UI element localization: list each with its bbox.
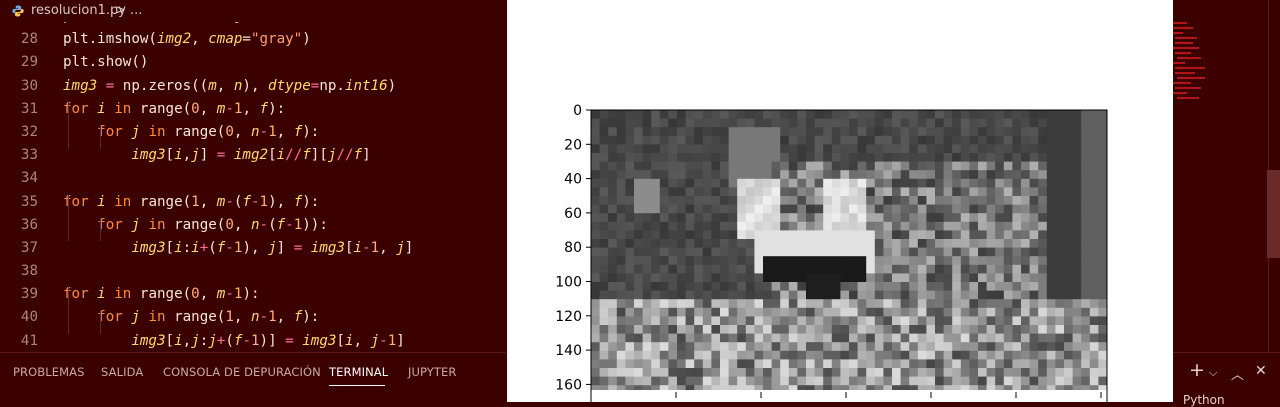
minimap-preview: [1173, 22, 1205, 99]
code-text[interactable]: img3[i,j:j+(f-1)] = img3[i, j-1]: [63, 330, 404, 352]
code-text[interactable]: img3[i:i+(f-1), j] = img3[i-1, j]: [63, 237, 413, 260]
code-line[interactable]: 28 plt.imshow(img2, cmap="gray"): [0, 28, 506, 51]
breadcrumb-file[interactable]: resolucion1.py: [31, 0, 126, 22]
tab-jupyter[interactable]: JUPYTER: [408, 365, 457, 379]
editor-minimap[interactable]: + ⌵ ︿ ✕ Python: [1173, 0, 1280, 407]
line-number: 39: [20, 286, 38, 303]
python-file-icon: [12, 5, 24, 17]
tab-salida[interactable]: SALIDA: [101, 365, 143, 379]
line-number: 30: [20, 77, 38, 94]
line-number: 29: [20, 54, 38, 71]
active-tab-indicator: [329, 385, 385, 386]
tab-problemas[interactable]: PROBLEMAS: [13, 365, 85, 379]
matplotlib-figure: 0 20 40 60 80 100 120 140 160: [507, 0, 1173, 402]
line-number: 38: [20, 263, 38, 280]
code-line[interactable]: 38: [0, 260, 506, 283]
code-line[interactable]: 33 img3[i,j] = img2[i//f][j//f]: [0, 144, 506, 167]
y-tick-label: 20: [564, 137, 582, 153]
line-number: 35: [20, 193, 38, 210]
code-text[interactable]: img3[i,j] = img2[i//f][j//f]: [63, 144, 370, 167]
code-line[interactable]: 29 plt.show(): [0, 51, 506, 74]
y-tick-label: 160: [555, 377, 582, 393]
code-line[interactable]: 32 for j in range(0, n-1, f):: [0, 121, 506, 144]
indent-guide: [68, 194, 69, 241]
code-line[interactable]: 37 img3[i:i+(f-1), j] = img3[i-1, j]: [0, 237, 506, 260]
code-text[interactable]: for i in range(0, m-1):: [63, 283, 260, 306]
terminal-actions: + ⌵ ︿ ✕ Python: [1173, 352, 1280, 407]
code-text[interactable]: for j in range(0, n-1, f):: [63, 121, 319, 144]
line-number: 34: [20, 170, 38, 187]
tab-terminal[interactable]: TERMINAL: [329, 365, 388, 379]
code-text[interactable]: img3 = np.zeros((m, n), dtype=np.int16): [63, 75, 396, 98]
y-tick-label: 40: [564, 172, 582, 188]
y-tick-label: 60: [564, 206, 582, 222]
line-number: 31: [20, 100, 38, 117]
code-text[interactable]: for i in range(0, m-1, f):: [63, 98, 285, 121]
y-tick-label: 100: [555, 275, 582, 291]
terminal-python-label[interactable]: Python: [1183, 393, 1225, 407]
indent-guide: [100, 310, 101, 334]
code-text[interactable]: plt.imshow(img2, cmap="gray"): [63, 28, 311, 51]
line-number: 37: [20, 239, 38, 256]
code-text[interactable]: for j in range(1, n-1, f):: [63, 306, 319, 329]
y-tick-label: 140: [555, 343, 582, 359]
line-number: 33: [20, 147, 38, 164]
line-number: 28: [20, 31, 38, 48]
breadcrumb-ellipsis[interactable]: > ...: [115, 0, 142, 22]
y-tick-label: 0: [573, 103, 582, 119]
line-number: 40: [20, 309, 38, 326]
code-line[interactable]: 41 img3[i,j:j+(f-1)] = img3[i, j-1]: [0, 330, 506, 352]
code-line[interactable]: 36 for j in range(0, n-(f-1)):: [0, 214, 506, 237]
breadcrumb: resolucion1.py > ...: [0, 0, 506, 22]
code-line[interactable]: 35 for i in range(1, m-(f-1), f):: [0, 191, 506, 214]
tab-consola-depuracion[interactable]: CONSOLA DE DEPURACIÓN: [163, 365, 321, 379]
panel-tab-bar: PROBLEMAS SALIDA CONSOLA DE DEPURACIÓN T…: [0, 352, 506, 403]
code-line[interactable]: 31 for i in range(0, m-1, f):: [0, 98, 506, 121]
close-icon[interactable]: ✕: [1255, 363, 1267, 379]
y-tick-label: 80: [564, 240, 582, 256]
plot-canvas: 0 20 40 60 80 100 120 140 160: [555, 103, 1108, 402]
y-tick-label: 120: [555, 309, 582, 325]
code-editor[interactable]: resolucion1.py > ... 27print('resolución…: [0, 0, 506, 352]
indent-guide: [100, 125, 101, 149]
code-line[interactable]: 34: [0, 167, 506, 190]
indent-guide: [68, 101, 69, 149]
line-number: 41: [20, 332, 38, 349]
maximize-panel-icon[interactable]: ︿: [1231, 364, 1244, 383]
code-line[interactable]: 40 for j in range(1, n-1, f):: [0, 306, 506, 329]
indent-guide: [68, 287, 69, 334]
code-text[interactable]: plt.show(): [63, 51, 148, 74]
code-line[interactable]: 39 for i in range(0, m-1):: [0, 283, 506, 306]
line-number: 32: [20, 123, 38, 140]
raccoon-image: [591, 110, 1107, 390]
code-line[interactable]: 30 img3 = np.zeros((m, n), dtype=np.int16…: [0, 75, 506, 98]
line-number: 36: [20, 216, 38, 233]
code-area[interactable]: 27print('resolución baja:')28plt.imshow(…: [0, 5, 506, 352]
indent-guide: [100, 217, 101, 241]
chevron-down-icon[interactable]: ⌵: [1209, 366, 1217, 380]
plus-icon[interactable]: +: [1189, 359, 1205, 381]
code-text[interactable]: for i in range(1, m-(f-1), f):: [63, 191, 319, 214]
code-text[interactable]: for j in range(0, n-(f-1)):: [63, 214, 328, 237]
scrollbar-thumb[interactable]: [1267, 170, 1280, 258]
